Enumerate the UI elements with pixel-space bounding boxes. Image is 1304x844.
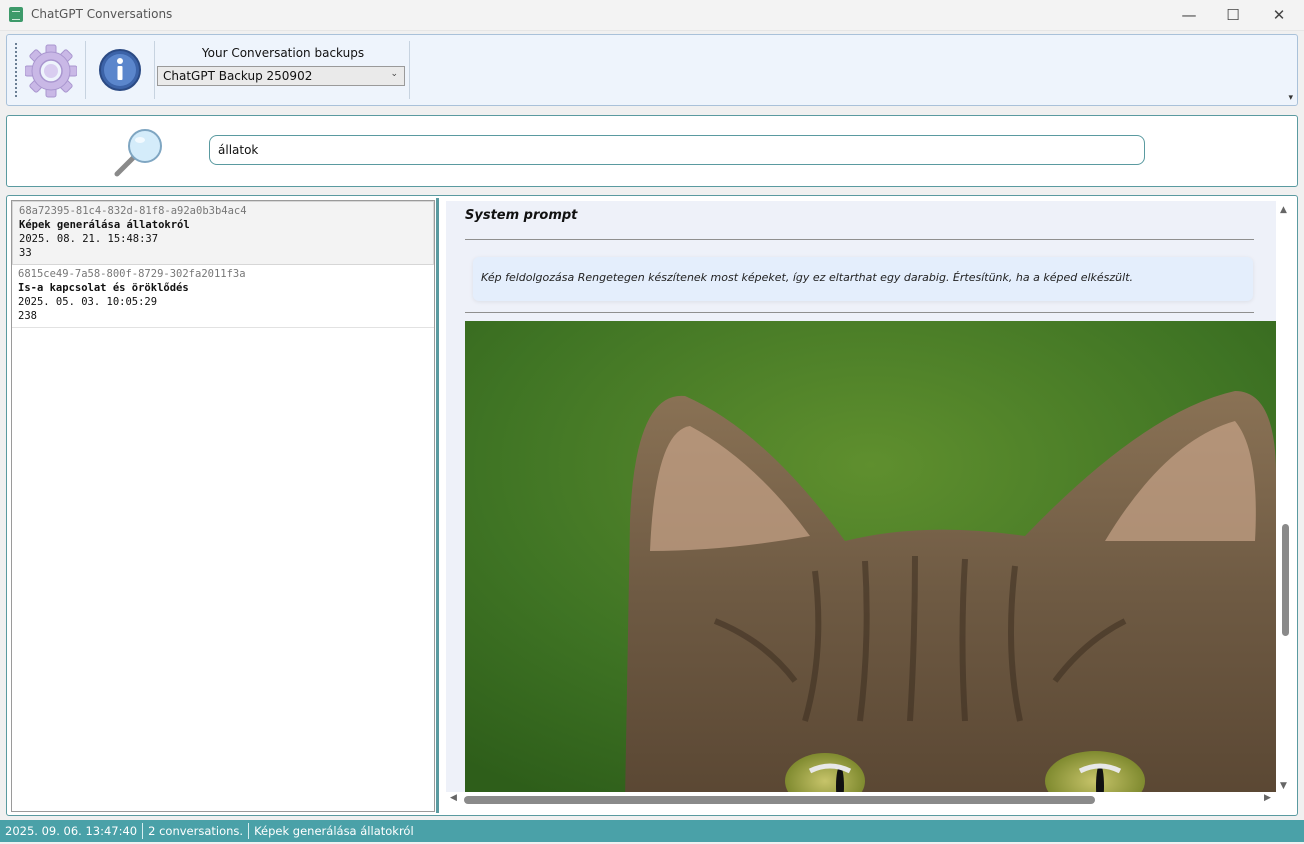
conversation-title: Is-a kapcsolat és öröklődés [18, 282, 189, 294]
status-count: 2 conversations. [143, 823, 250, 839]
conversation-count: 33 [19, 247, 32, 259]
conversation-date: 2025. 08. 21. 15:48:37 [19, 233, 159, 245]
chevron-down-icon: ⌄ [390, 69, 398, 79]
conversation-item[interactable]: 68a72395-81c4-832d-81f8-a92a0b3b4ac4 Kép… [12, 201, 434, 265]
scroll-left-icon[interactable]: ◀ [450, 793, 457, 803]
main-panel: 68a72395-81c4-832d-81f8-a92a0b3b4ac4 Kép… [6, 195, 1298, 816]
info-icon[interactable] [98, 48, 142, 92]
toolbar-grip[interactable] [15, 43, 17, 97]
search-panel [6, 115, 1298, 187]
divider [465, 312, 1254, 313]
backup-label: Your Conversation backups [201, 46, 365, 60]
status-timestamp: 2025. 09. 06. 13:47:40 [0, 823, 144, 839]
conversation-title: Képek generálása állatokról [19, 219, 190, 231]
panel-splitter[interactable] [436, 198, 439, 813]
system-prompt-text: Kép feldolgozása Rengetegen készítenek m… [481, 271, 1134, 284]
system-prompt-box: Kép feldolgozása Rengetegen készítenek m… [473, 257, 1253, 301]
horizontal-scroll-thumb[interactable] [464, 796, 1095, 804]
divider [465, 239, 1254, 240]
window-title: ChatGPT Conversations [31, 7, 173, 21]
scroll-right-icon[interactable]: ▶ [1264, 793, 1271, 803]
cat-photo [465, 321, 1276, 792]
scroll-down-icon[interactable]: ▼ [1280, 781, 1287, 791]
toolbar-separator [154, 41, 155, 99]
conversation-count: 238 [18, 310, 37, 322]
conversation-list[interactable]: 68a72395-81c4-832d-81f8-a92a0b3b4ac4 Kép… [11, 200, 435, 812]
backup-select-value: ChatGPT Backup 250902 [163, 69, 313, 83]
search-input[interactable] [209, 135, 1145, 165]
maximize-button[interactable]: ☐ [1210, 0, 1256, 30]
viewer-vertical-scrollbar[interactable]: ▲ ▼ [1277, 201, 1293, 793]
close-button[interactable]: ✕ [1256, 0, 1302, 30]
vertical-scroll-thumb[interactable] [1282, 524, 1289, 636]
backup-select[interactable]: ChatGPT Backup 250902 ⌄ [157, 66, 405, 86]
conversation-viewer: System prompt Kép feldolgozása Rengetege… [446, 201, 1276, 792]
system-prompt-heading: System prompt [465, 208, 578, 223]
toolbar: Your Conversation backups ChatGPT Backup… [6, 34, 1298, 106]
viewer-horizontal-scrollbar[interactable]: ◀ ▶ [446, 792, 1276, 808]
toolbar-separator [85, 41, 86, 99]
conversation-item[interactable]: 6815ce49-7a58-800f-8729-302fa2011f3a Is-… [12, 265, 434, 328]
conversation-id: 68a72395-81c4-832d-81f8-a92a0b3b4ac4 [19, 205, 247, 217]
conversation-id: 6815ce49-7a58-800f-8729-302fa2011f3a [18, 268, 246, 280]
toolbar-overflow-icon[interactable]: ▾ [1288, 93, 1293, 103]
conversation-date: 2025. 05. 03. 10:05:29 [18, 296, 158, 308]
scroll-up-icon[interactable]: ▲ [1280, 205, 1287, 215]
magnifier-icon [109, 124, 169, 180]
status-bar: 2025. 09. 06. 13:47:40 2 conversations. … [0, 820, 1304, 842]
status-current-title: Képek generálása állatokról [254, 824, 414, 838]
gear-icon[interactable] [24, 43, 78, 99]
minimize-button[interactable]: — [1166, 0, 1212, 30]
toolbar-separator [409, 41, 410, 99]
title-bar: ChatGPT Conversations — ☐ ✕ [0, 0, 1304, 31]
app-icon [9, 7, 23, 22]
